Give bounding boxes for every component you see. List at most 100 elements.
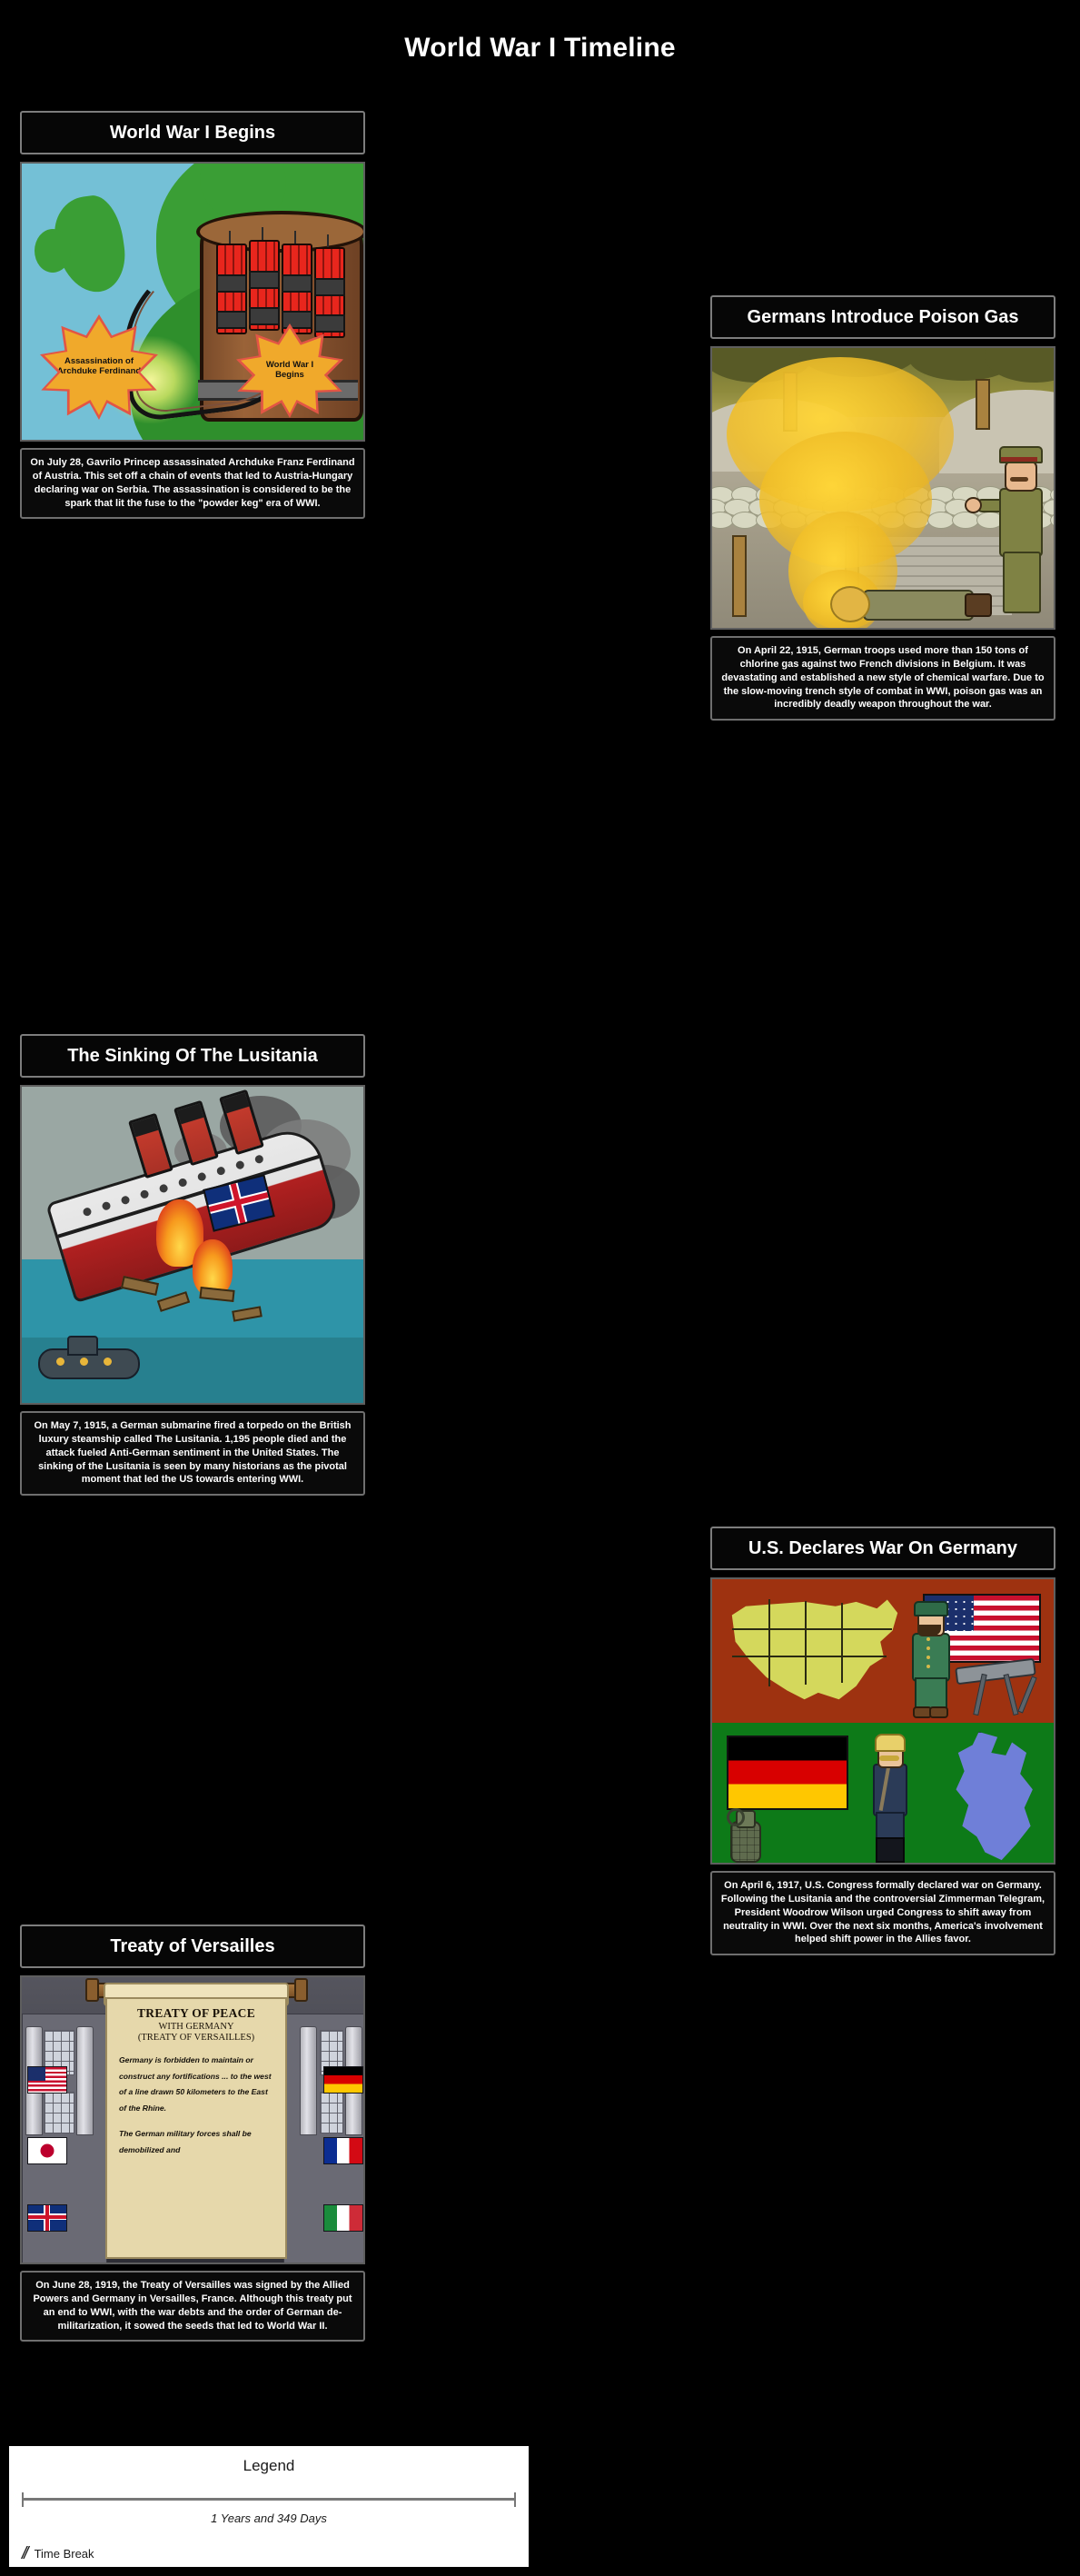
dynamite-fuse [327,234,329,247]
soldier-boot [929,1706,948,1718]
flag-united-states [27,2066,67,2094]
uniform-button [926,1656,930,1659]
porthole [234,1159,245,1170]
sandbag [927,512,955,529]
submarine-window [56,1358,64,1366]
sandbag [731,512,758,529]
soldier-cap [914,1601,948,1616]
officer-mustache [1010,477,1028,482]
landmass-ireland [35,229,71,273]
cell-title: U.S. Declares War On Germany [710,1527,1055,1570]
officer-uniform [999,488,1043,557]
legend-duration-label: 1 Years and 349 Days [211,2511,327,2525]
german-flag [727,1736,848,1810]
document-paragraph-1: Germany is forbidden to maintain or cons… [119,2055,272,2113]
soldier-hair [875,1734,906,1752]
submarine-window [104,1358,112,1366]
illustration-lusitania [20,1085,365,1405]
porthole [82,1207,93,1218]
officer-cap-band [1001,457,1037,462]
porthole [101,1200,112,1211]
timeline-cell-wwi-begins[interactable]: World War I Begins Assassination of Arch… [20,111,365,520]
flag-japan [27,2137,67,2164]
porthole [158,1183,169,1194]
illustration-wwi-begins: Assassination of Archduke Ferdinand Worl… [20,162,365,442]
timeline-cell-us-declares-war[interactable]: U.S. Declares War On Germany On April 6,… [710,1527,1055,1956]
uniform-button [926,1637,930,1641]
trench-support-post [732,535,747,617]
state-border-line [732,1628,892,1630]
cell-caption: On April 22, 1915, German troops used mo… [710,636,1055,721]
porthole [215,1166,226,1177]
scroll-knob-left [85,1978,99,2002]
soldier-beard [917,1625,941,1636]
sandbag [1050,512,1054,529]
cell-caption: On June 28, 1919, the Treaty of Versaill… [20,2271,365,2342]
flag-italy [323,2204,363,2232]
dynamite-fuse [262,227,263,240]
flag-france [323,2137,363,2164]
legend-time-break-row: // Time Break [20,2545,518,2562]
flag-cross-red-vertical [45,2205,49,2231]
dynamite-fuse [229,231,231,244]
state-border-line [805,1601,807,1685]
state-border-line [768,1599,770,1686]
american-soldier [907,1601,950,1718]
palace-column [300,2026,317,2135]
dynamite-fuse [294,231,296,244]
time-break-icon: // [22,2544,28,2563]
illustration-poison-gas [710,346,1055,630]
porthole [196,1171,207,1182]
german-soldier [867,1734,908,1863]
cell-title: The Sinking Of The Lusitania [20,1034,365,1078]
grenade-pull-ring [727,1808,745,1826]
document-heading-line1: TREATY OF PEACE [136,2006,255,2020]
soldier-uniform [912,1633,950,1682]
fallen-soldier-head [830,586,870,622]
fallen-soldier-body [863,590,974,621]
dead-tree [976,379,990,430]
porthole [253,1154,264,1165]
treaty-document: TREATY OF PEACE WITH GERMANY (TREATY OF … [105,1997,287,2259]
german-officer [965,446,1043,613]
submarine-conning-tower [67,1336,98,1356]
dynamite-band [314,278,345,296]
timeline-cell-treaty-versailles[interactable]: Treaty of Versailles TREATY OF PEACE WIT… [20,1925,365,2342]
legend-title: Legend [243,2457,295,2474]
palace-window [44,2092,74,2133]
fallen-soldier-boot [965,593,992,617]
soldier-mustache [879,1755,899,1761]
submarine-window [80,1358,88,1366]
cell-title: Germans Introduce Poison Gas [710,295,1055,339]
flag-united-kingdom [27,2204,67,2232]
illustration-treaty-versailles: TREATY OF PEACE WITH GERMANY (TREATY OF … [20,1975,365,2264]
porthole [120,1195,131,1206]
flag-canton [28,2067,45,2081]
timeline-cell-poison-gas[interactable]: Germans Introduce Poison Gas On April 22… [710,295,1055,721]
soldier-boots [876,1837,905,1863]
porthole [139,1189,150,1199]
flag-sun-disc [40,2143,54,2158]
officer-face [1005,461,1037,492]
cell-caption: On July 28, Gavrilo Princep assassinated… [20,448,365,520]
fallen-soldier [828,584,992,622]
soldier-uniform [873,1764,907,1816]
officer-legs [1003,552,1041,613]
cell-title: World War I Begins [20,111,365,154]
state-border-line [841,1603,843,1683]
page-title: World War I Timeline [404,33,676,63]
document-paragraph-2: The German military forces shall be demo… [119,2129,252,2155]
cell-title: Treaty of Versailles [20,1925,365,1968]
timeline-cell-lusitania[interactable]: The Sinking Of The Lusitania On May 7, 1… [20,1034,365,1497]
officer-hand [965,497,982,513]
time-break-label: Time Break [34,2547,94,2561]
legend-duration-bar [20,2490,518,2510]
illustration-us-declares-war [710,1577,1055,1865]
uniform-button [926,1665,930,1668]
palace-column [76,2026,94,2135]
dynamite-band [314,314,345,333]
palace-window [320,2092,343,2133]
state-border-line [732,1656,887,1657]
cell-caption: On April 6, 1917, U.S. Congress formally… [710,1871,1055,1956]
document-heading-line2: WITH GERMANY [158,2022,234,2032]
